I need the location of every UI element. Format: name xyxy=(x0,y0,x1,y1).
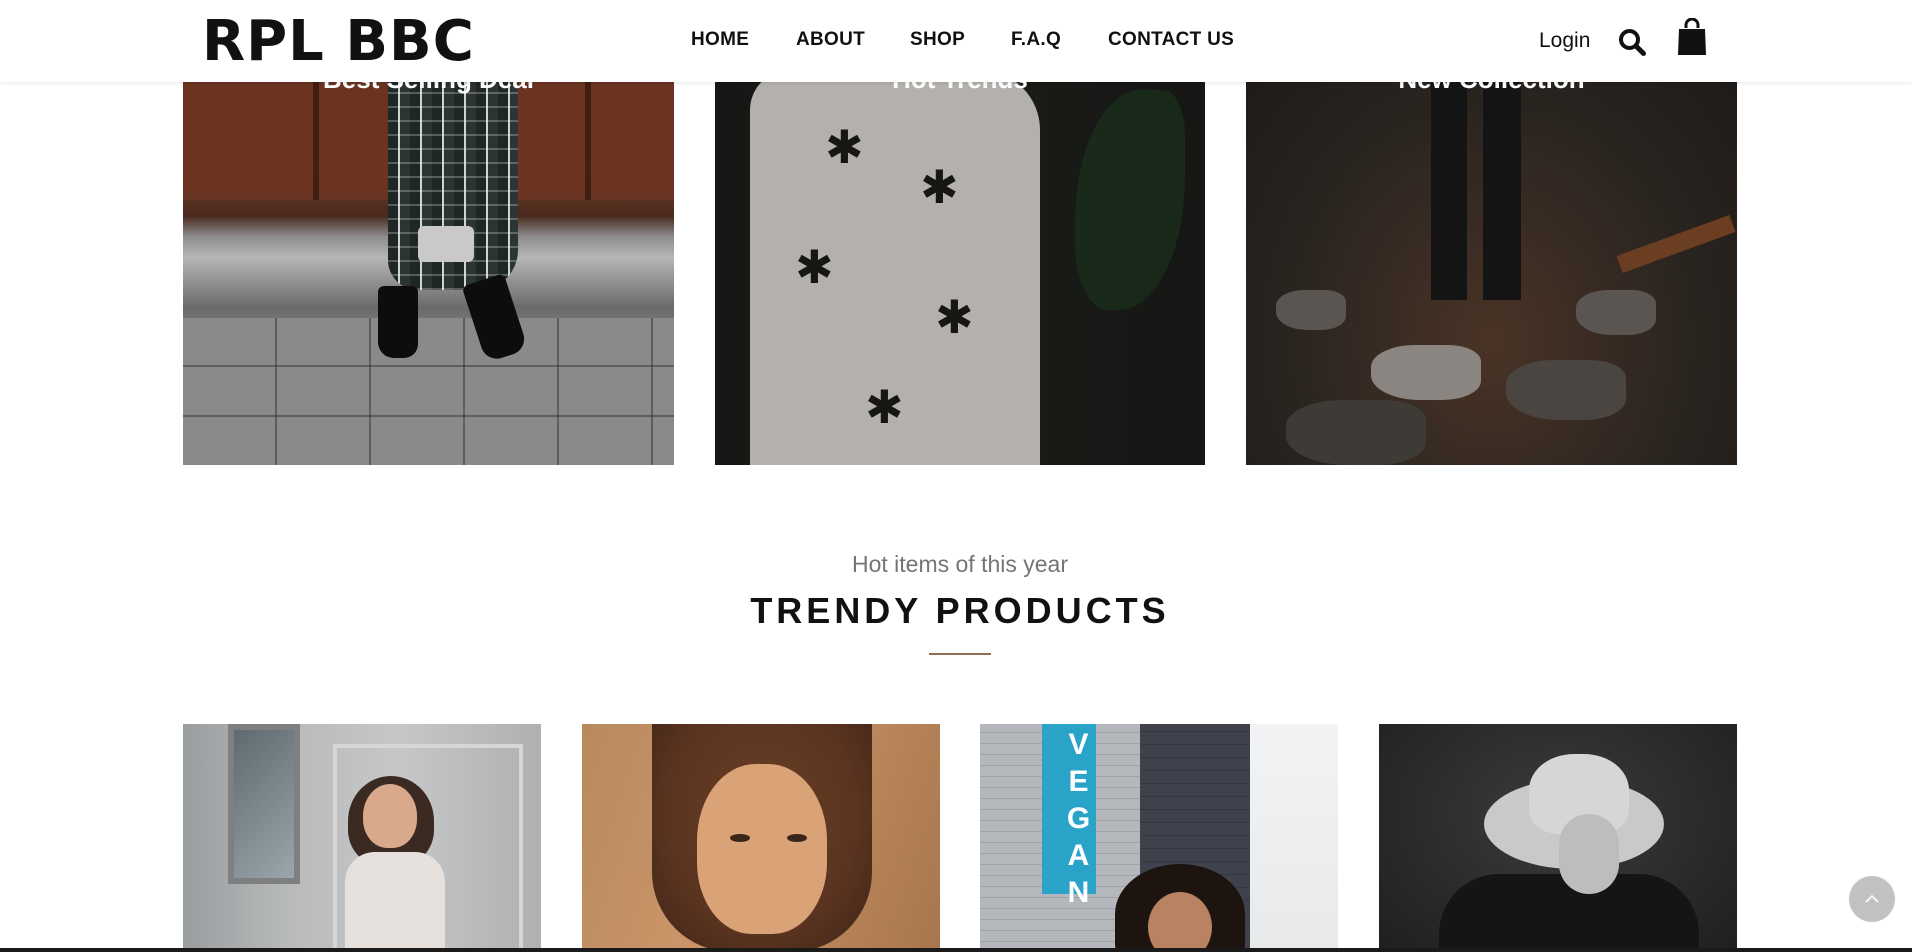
banner-hot-trends[interactable]: ✱ ✱ ✱ ✱ ✱ Hot Trends xyxy=(715,50,1205,465)
vegan-sign: VEGAN xyxy=(1042,724,1096,913)
logo[interactable]: RPL BBC xyxy=(202,8,475,76)
nav-about[interactable]: ABOUT xyxy=(796,29,865,51)
section-divider xyxy=(929,653,991,655)
nav-contact-us[interactable]: CONTACT US xyxy=(1108,29,1234,51)
section-subtitle: Hot items of this year xyxy=(851,551,1069,577)
site-header: RPL BBC HOME ABOUT SHOP F.A.Q CONTACT US… xyxy=(0,0,1912,82)
search-icon[interactable] xyxy=(1618,28,1646,56)
product-card[interactable]: VEGAN xyxy=(980,724,1338,952)
page: RPL BBC HOME ABOUT SHOP F.A.Q CONTACT US… xyxy=(0,0,1912,952)
product-card[interactable] xyxy=(1379,724,1737,952)
chevron-up-icon xyxy=(1865,894,1879,903)
nav-shop[interactable]: SHOP xyxy=(910,29,965,51)
product-image xyxy=(1148,892,1212,952)
product-card[interactable] xyxy=(183,724,541,952)
banner-best-selling-deal[interactable]: Best Selling Deal xyxy=(183,50,674,465)
product-card[interactable] xyxy=(582,724,940,952)
product-image xyxy=(345,852,445,952)
banner-new-collection[interactable]: New Collection xyxy=(1246,50,1737,465)
scroll-to-top-button[interactable] xyxy=(1849,876,1895,922)
product-image xyxy=(697,764,827,934)
login-link[interactable]: Login xyxy=(1539,29,1590,53)
nav-faq[interactable]: F.A.Q xyxy=(1011,29,1061,51)
section-title: TRENDY PRODUCTS xyxy=(750,590,1170,631)
bottom-border xyxy=(0,948,1912,952)
shopping-bag-icon[interactable] xyxy=(1677,17,1707,56)
nav-home[interactable]: HOME xyxy=(691,29,749,51)
